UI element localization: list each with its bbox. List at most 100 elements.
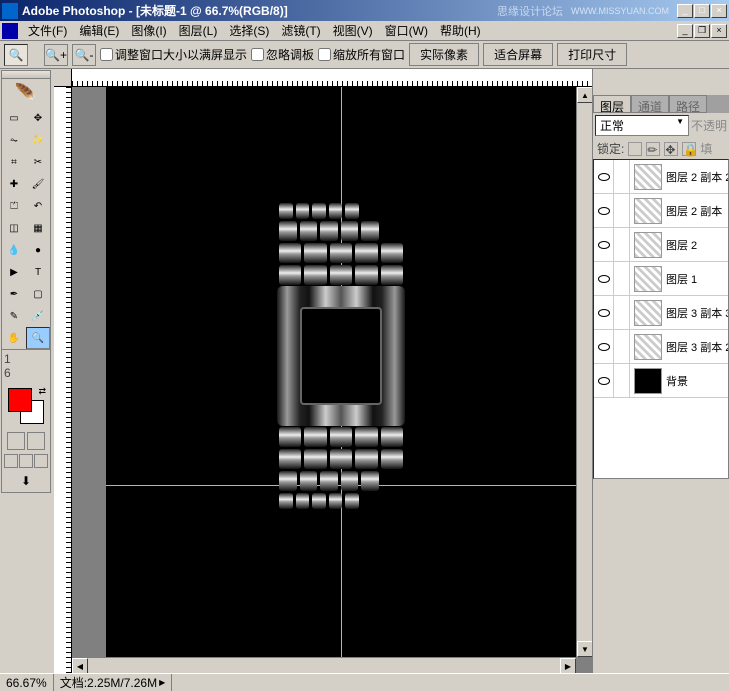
menu-file[interactable]: 文件(F) — [22, 20, 73, 41]
menu-filter[interactable]: 滤镜(T) — [275, 20, 326, 41]
lasso-tool[interactable]: ⏦ — [2, 129, 26, 151]
move-tool[interactable]: ✥ — [26, 107, 50, 129]
layer-row[interactable]: 图层 2 — [594, 228, 728, 262]
layer-visibility-icon[interactable] — [594, 194, 614, 228]
layer-thumbnail[interactable] — [634, 164, 662, 190]
zoom-in-button[interactable]: 🔍+ — [44, 44, 68, 66]
scroll-right-button[interactable]: ▶ — [560, 658, 576, 673]
document-canvas[interactable] — [106, 87, 576, 672]
layer-row[interactable]: 图层 2 副本 2 — [594, 160, 728, 194]
layer-link-cell[interactable] — [614, 330, 630, 364]
slice-tool[interactable]: ✂ — [26, 151, 50, 173]
layer-thumbnail[interactable] — [634, 300, 662, 326]
fit-screen-button[interactable]: 适合屏幕 — [483, 43, 553, 66]
layer-name[interactable]: 图层 3 副本 2 — [666, 339, 728, 355]
jump-to-imageready-button[interactable]: ⬇ — [2, 470, 50, 492]
minimize-button[interactable]: _ — [677, 4, 693, 18]
scroll-up-button[interactable]: ▲ — [577, 87, 592, 103]
doc-restore-button[interactable]: ❐ — [694, 24, 710, 38]
hand-tool[interactable]: ✋ — [2, 327, 26, 349]
path-select-tool[interactable]: ▶ — [2, 261, 26, 283]
zoom-tool[interactable]: 🔍 — [26, 327, 50, 349]
layer-name[interactable]: 图层 2 — [666, 237, 728, 253]
lock-pixels-icon[interactable]: ✏ — [646, 142, 660, 156]
layer-row[interactable]: 图层 3 副本 2 — [594, 330, 728, 364]
toolbox-grip[interactable] — [2, 71, 50, 79]
layer-name[interactable]: 图层 2 副本 — [666, 203, 728, 219]
blur-tool[interactable]: 💧 — [2, 239, 26, 261]
zoom-level[interactable]: 66.67% — [0, 674, 54, 691]
layer-name[interactable]: 图层 2 副本 2 — [666, 169, 728, 185]
scrollbar-vertical[interactable]: ▲ ▼ — [576, 87, 592, 657]
menu-select[interactable]: 选择(S) — [223, 20, 275, 41]
layer-thumbnail[interactable] — [634, 368, 662, 394]
dodge-tool[interactable]: ● — [26, 239, 50, 261]
tab-channels[interactable]: 通道 — [631, 95, 669, 113]
doc-size[interactable]: 文档:2.25M/7.26M ▶ — [54, 674, 173, 691]
ruler-vertical[interactable] — [54, 87, 72, 673]
layers-list[interactable]: 图层 2 副本 2 图层 2 副本图层 2 图层 1 图层 3 副本 3 图层 3 副本… — [593, 159, 729, 479]
layer-thumbnail[interactable] — [634, 232, 662, 258]
zoom-out-button[interactable]: 🔍- — [72, 44, 96, 66]
standard-mode-button[interactable] — [7, 432, 25, 450]
layer-row[interactable]: 背景 — [594, 364, 728, 398]
layer-thumbnail[interactable] — [634, 198, 662, 224]
eraser-tool[interactable]: ◫ — [2, 217, 26, 239]
print-size-button[interactable]: 打印尺寸 — [557, 43, 627, 66]
zoom-all-windows-checkbox[interactable]: 缩放所有窗口 — [318, 46, 405, 63]
menu-window[interactable]: 窗口(W) — [379, 20, 434, 41]
layer-visibility-icon[interactable] — [594, 330, 614, 364]
layer-row[interactable]: 图层 2 副本 — [594, 194, 728, 228]
wand-tool[interactable]: ✨ — [26, 129, 50, 151]
actual-pixels-button[interactable]: 实际像素 — [409, 43, 479, 66]
screen-full-menu-button[interactable] — [19, 454, 33, 468]
gradient-tool[interactable]: ▦ — [26, 217, 50, 239]
scroll-left-button[interactable]: ◀ — [72, 658, 88, 673]
layer-name[interactable]: 背景 — [666, 373, 728, 389]
marquee-tool[interactable]: ▭ — [2, 107, 26, 129]
eyedropper-tool[interactable]: 💉 — [26, 305, 50, 327]
menu-layer[interactable]: 图层(L) — [173, 20, 224, 41]
layer-row[interactable]: 图层 1 — [594, 262, 728, 296]
layer-link-cell[interactable] — [614, 296, 630, 330]
menu-image[interactable]: 图像(I) — [125, 20, 172, 41]
resize-windows-checkbox[interactable]: 调整窗口大小以满屏显示 — [100, 46, 247, 63]
doc-close-button[interactable]: × — [711, 24, 727, 38]
ignore-palettes-checkbox[interactable]: 忽略调板 — [251, 46, 314, 63]
blend-mode-select[interactable]: 正常▼ — [595, 115, 689, 136]
swap-colors-icon[interactable]: ⇄ — [38, 386, 46, 397]
healing-tool[interactable]: ✚ — [2, 173, 26, 195]
shape-tool[interactable]: ▢ — [26, 283, 50, 305]
screen-full-button[interactable] — [34, 454, 48, 468]
quickmask-mode-button[interactable] — [27, 432, 45, 450]
tab-paths[interactable]: 路径 — [669, 95, 707, 113]
maximize-button[interactable]: □ — [694, 4, 710, 18]
brush-tool[interactable]: 🖌 — [26, 173, 50, 195]
canvas-viewport[interactable]: ▲ ▼ ◀ ▶ — [72, 87, 592, 673]
layer-link-cell[interactable] — [614, 194, 630, 228]
stamp-tool[interactable]: ⏍ — [2, 195, 26, 217]
screen-standard-button[interactable] — [4, 454, 18, 468]
layer-name[interactable]: 图层 3 副本 3 — [666, 305, 728, 321]
menu-view[interactable]: 视图(V) — [327, 20, 379, 41]
layer-link-cell[interactable] — [614, 262, 630, 296]
layer-visibility-icon[interactable] — [594, 228, 614, 262]
layer-thumbnail[interactable] — [634, 266, 662, 292]
type-tool[interactable]: T — [26, 261, 50, 283]
layer-link-cell[interactable] — [614, 364, 630, 398]
scrollbar-horizontal[interactable]: ◀ ▶ — [72, 657, 576, 673]
close-button[interactable]: × — [711, 4, 727, 18]
layer-link-cell[interactable] — [614, 228, 630, 262]
menu-edit[interactable]: 编辑(E) — [73, 20, 125, 41]
layer-visibility-icon[interactable] — [594, 160, 614, 194]
menu-help[interactable]: 帮助(H) — [434, 20, 487, 41]
lock-transparency-icon[interactable] — [628, 142, 642, 156]
layer-link-cell[interactable] — [614, 160, 630, 194]
layer-visibility-icon[interactable] — [594, 296, 614, 330]
layer-thumbnail[interactable] — [634, 334, 662, 360]
crop-tool[interactable]: ⌗ — [2, 151, 26, 173]
lock-position-icon[interactable]: ✥ — [664, 142, 678, 156]
scroll-down-button[interactable]: ▼ — [577, 641, 592, 657]
layer-visibility-icon[interactable] — [594, 262, 614, 296]
tab-layers[interactable]: 图层 — [593, 95, 631, 113]
